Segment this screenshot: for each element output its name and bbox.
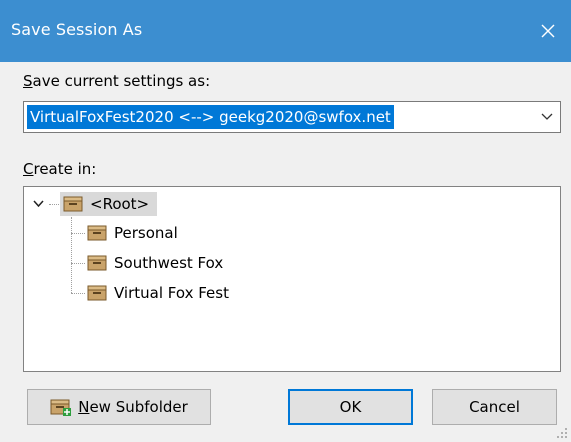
create-in-label-text: reate in: [33,160,97,178]
folder-icon [63,196,83,212]
tree-connector [49,204,59,205]
ok-button-label: OK [339,398,362,416]
tree-connector [71,233,85,234]
tree-node-label: Southwest Fox [114,254,224,272]
tree-node-root[interactable]: <Root> [60,192,158,216]
cancel-button-label: Cancel [469,398,520,416]
tree-connector [71,293,85,294]
title-bar: Save Session As [0,0,571,62]
tree-node-virtual-fox-fest[interactable]: Virtual Fox Fest [87,282,229,304]
folder-tree[interactable]: <Root> Personal Southwest Fox Virtual Fo… [23,186,561,372]
close-icon [541,24,555,38]
chevron-down-icon[interactable] [540,111,554,123]
tree-node-southwest-fox[interactable]: Southwest Fox [87,252,223,274]
expand-chevron-icon[interactable] [33,200,44,208]
tree-connector [71,217,72,293]
folder-icon [87,225,107,241]
create-in-label-mnemonic: C [23,160,34,178]
close-button[interactable] [525,0,571,62]
ok-button[interactable]: OK [288,389,413,425]
save-as-label: Save current settings as: [23,72,210,90]
folder-icon [87,255,107,271]
tree-node-label: Personal [114,224,178,242]
tree-connector [71,263,85,264]
cancel-button[interactable]: Cancel [432,389,557,425]
create-in-label: Create in: [23,160,96,178]
new-subfolder-mnemonic: N [78,398,90,416]
resize-grip-icon[interactable] [556,427,568,439]
new-folder-icon [50,399,72,416]
new-subfolder-label: ew Subfolder [89,398,188,416]
window-title: Save Session As [11,20,143,39]
tree-node-root-label: <Root> [90,195,150,213]
session-name-value[interactable]: VirtualFoxFest2020 <--> geekg2020@swfox.… [27,105,394,129]
folder-icon [87,285,107,301]
tree-node-label: Virtual Fox Fest [114,284,229,302]
tree-node-personal[interactable]: Personal [87,222,178,244]
new-subfolder-button[interactable]: New Subfolder [27,389,211,425]
save-as-label-mnemonic: S [23,72,33,90]
session-name-combobox[interactable]: VirtualFoxFest2020 <--> geekg2020@swfox.… [23,101,561,133]
save-as-label-text: ave current settings as: [32,72,211,90]
